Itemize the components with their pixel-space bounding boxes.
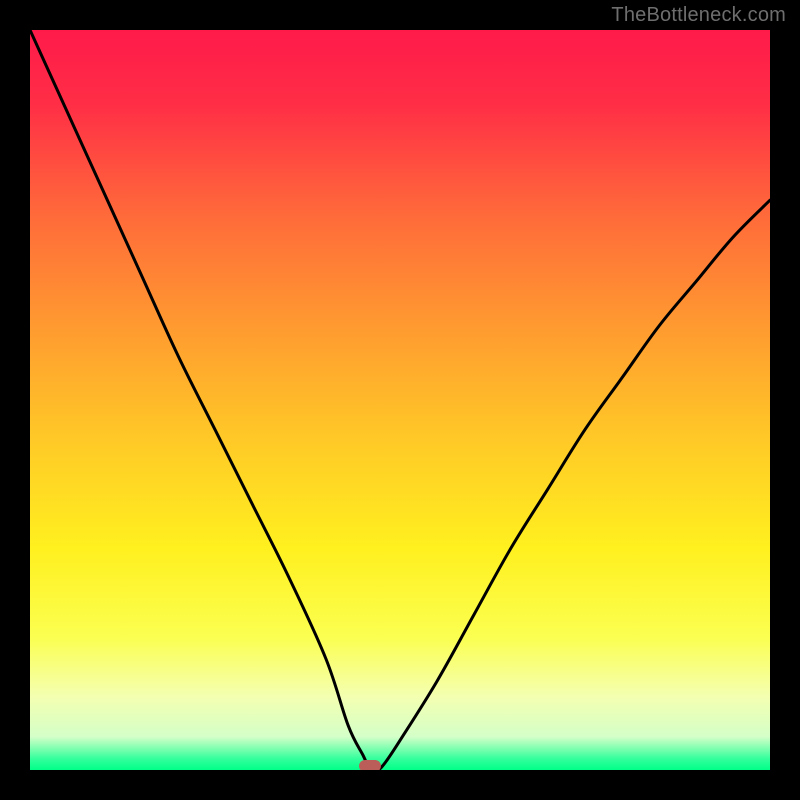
optimum-marker bbox=[359, 760, 381, 770]
chart-frame: TheBottleneck.com bbox=[0, 0, 800, 800]
gradient-background bbox=[30, 30, 770, 770]
watermark-text: TheBottleneck.com bbox=[611, 4, 786, 27]
plot-area bbox=[30, 30, 770, 770]
